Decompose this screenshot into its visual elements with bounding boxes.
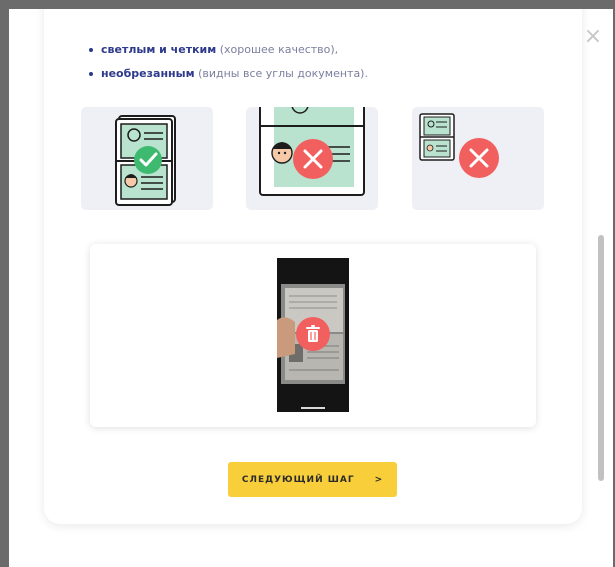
requirement-note: (видны все углы документа).	[194, 67, 368, 80]
passport-cropped-illustration	[259, 107, 365, 196]
delete-photo-button[interactable]	[296, 317, 330, 351]
requirement-item: светлым и четким (хорошее качество),	[87, 42, 368, 66]
cross-icon	[293, 139, 333, 179]
arrow-right-icon: >	[374, 474, 384, 485]
example-small-photo	[412, 107, 544, 210]
cross-icon	[459, 138, 499, 178]
bullet-dot	[89, 72, 93, 76]
next-step-label: СЛЕДУЮЩИЙ ШАГ	[241, 474, 355, 485]
requirement-note: (хорошее качество),	[216, 43, 339, 56]
passport-small-illustration	[419, 113, 499, 178]
uploaded-photo-panel	[90, 244, 536, 427]
example-cropped-photo	[246, 107, 378, 210]
bullet-dot	[89, 48, 93, 52]
close-icon: ×	[583, 24, 603, 49]
requirement-bold: необрезанным	[101, 67, 195, 80]
passport-good-illustration	[115, 115, 176, 206]
example-good-photo	[81, 107, 213, 210]
requirements-list: светлым и четким (хорошее качество), нео…	[87, 42, 368, 90]
uploaded-photo-thumbnail	[277, 258, 349, 412]
scrollbar-thumb[interactable]	[598, 235, 604, 481]
check-icon	[134, 146, 162, 174]
close-button[interactable]: ×	[583, 24, 603, 49]
requirement-bold: светлым и четким	[101, 43, 217, 56]
next-step-button[interactable]: СЛЕДУЮЩИЙ ШАГ >	[228, 462, 397, 497]
requirement-item: необрезанным (видны все углы документа).	[87, 66, 368, 90]
trash-icon	[306, 325, 320, 342]
document-upload-modal: × светлым и четким (хорошее качество), н…	[9, 9, 613, 567]
